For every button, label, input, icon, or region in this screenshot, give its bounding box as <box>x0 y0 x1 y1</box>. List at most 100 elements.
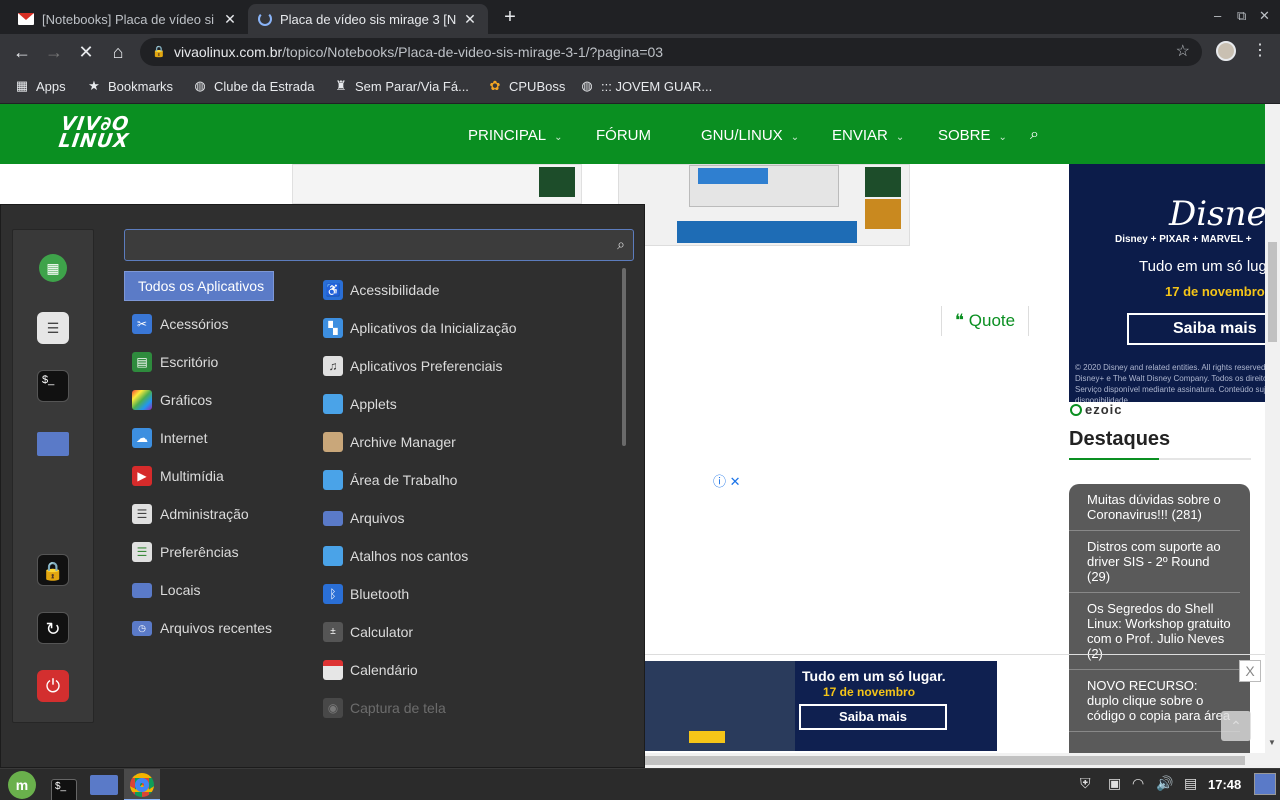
forward-button[interactable]: → <box>42 40 66 64</box>
nav-principal[interactable]: PRINCIPAL ⌄ <box>468 127 562 144</box>
ad-cta-button[interactable]: Saiba mais <box>1127 313 1265 345</box>
app-item[interactable]: ᛒ Bluetooth <box>316 575 616 613</box>
app-item[interactable]: ◉ Captura de tela <box>316 689 616 721</box>
category-item[interactable]: Gráficos <box>124 381 304 419</box>
restore-icon[interactable]: ⧉ <box>1237 8 1246 24</box>
bookmark-cpuboss[interactable]: ✿ CPUBoss <box>487 78 566 94</box>
category-item[interactable]: ☰ Administração <box>124 495 304 533</box>
category-item[interactable]: ✂ Acessórios <box>124 305 304 343</box>
list-item[interactable]: Muitas dúvidas sobre o Coronavirus!!! (2… <box>1069 484 1240 531</box>
clock[interactable]: 17:48 <box>1208 777 1241 792</box>
show-desktop-icon[interactable] <box>1254 773 1276 795</box>
ad-cta-button[interactable]: Saiba mais <box>799 704 947 730</box>
settings-icon[interactable]: ☰ <box>37 312 69 344</box>
home-button[interactable]: ⌂ <box>106 40 130 64</box>
scroll-top-button[interactable]: ⌃ <box>1221 711 1251 741</box>
list-item[interactable]: NOVO RECURSO: duplo clique sobre o códig… <box>1069 670 1240 732</box>
back-button[interactable]: ← <box>10 40 34 64</box>
chrome-window-button[interactable] <box>124 769 160 800</box>
bookmark-bookmarks[interactable]: ★ Bookmarks <box>86 78 173 94</box>
list-item[interactable]: Distros com suporte ao driver SIS - 2º R… <box>1069 531 1240 593</box>
app-item[interactable]: ± Calculator <box>316 613 616 651</box>
app-item[interactable]: ♿ Acessibilidade <box>316 271 616 309</box>
category-label: Preferências <box>160 544 239 560</box>
tab-active[interactable]: Placa de vídeo sis mirage 3 [N ✕ <box>248 4 488 34</box>
shield-icon[interactable]: ⛨ <box>1080 775 1091 792</box>
nav-forum[interactable]: FÓRUM <box>596 127 651 144</box>
software-manager-icon[interactable]: ▦ <box>39 254 67 282</box>
chevron-down-icon: ⌄ <box>790 132 800 143</box>
browser-menu-icon[interactable]: ⋮ <box>1252 40 1268 60</box>
ad-close-button[interactable]: X <box>1239 660 1261 682</box>
tab-gmail[interactable]: [Notebooks] Placa de vídeo si ✕ <box>8 4 248 34</box>
folder-icon[interactable] <box>37 432 69 456</box>
side-advertisement[interactable]: Disney+ Disney + PIXAR + MARVEL + Tudo e… <box>1069 164 1265 402</box>
address-bar[interactable]: 🔒 vivaolinux.com.br/topico/Notebooks/Pla… <box>140 38 1202 66</box>
bookmark-jovem-guarda[interactable]: ◍::: JOVEM GUAR... <box>579 78 712 94</box>
app-item[interactable]: Área de Trabalho <box>316 461 616 499</box>
app-item[interactable]: ▚ Aplicativos da Inicialização <box>316 309 616 347</box>
wifi-icon[interactable]: ◠ <box>1132 775 1144 792</box>
bookmark-label: Bookmarks <box>108 78 174 94</box>
graphics-icon <box>132 390 152 410</box>
volume-icon[interactable]: 🔊 <box>1156 775 1173 792</box>
terminal-launcher[interactable]: $_ <box>46 769 82 800</box>
menu-scrollbar[interactable] <box>622 268 626 446</box>
nav-sobre[interactable]: SOBRE ⌄ <box>938 127 1007 144</box>
close-icon[interactable]: ✕ <box>462 11 478 28</box>
bottom-advertisement[interactable]: Tudo em um só lugar. 17 de novembro Saib… <box>645 661 997 751</box>
quote-button[interactable]: ❝ Quote <box>941 306 1029 336</box>
profile-avatar[interactable] <box>1216 41 1236 61</box>
category-item[interactable]: ▶ Multimídia <box>124 457 304 495</box>
scrollbar-thumb[interactable] <box>645 756 1245 765</box>
vertical-scrollbar[interactable]: ▼ <box>1265 104 1280 768</box>
category-all-apps[interactable]: Todos os Aplicativos <box>124 271 274 301</box>
category-item[interactable]: ☰ Preferências <box>124 533 304 571</box>
list-item[interactable]: Os Segredos do Shell Linux: Workshop gra… <box>1069 593 1240 670</box>
search-icon[interactable]: ⌕ <box>1030 126 1039 144</box>
mint-menu-button[interactable]: m <box>4 769 40 800</box>
bookmark-clube-da-estrada[interactable]: ◍ Clube da Estrada <box>192 78 314 94</box>
thumbnail-ad <box>677 221 857 243</box>
screenshot-thumbnail[interactable] <box>292 164 582 204</box>
terminal-icon[interactable]: $_ <box>37 370 69 402</box>
search-input[interactable] <box>125 230 633 260</box>
close-icon[interactable]: ✕ <box>222 11 238 28</box>
site-logo[interactable]: VIV∂O LINUX <box>57 113 133 152</box>
category-item[interactable]: ▤ Escritório <box>124 343 304 381</box>
app-item[interactable]: Calendário <box>316 651 616 689</box>
scrollbar-thumb[interactable] <box>1268 242 1277 342</box>
url-path: /topico/Notebooks/Placa-de-video-sis-mir… <box>282 44 664 60</box>
menu-search-box[interactable]: ⌕ <box>124 229 634 261</box>
bookmark-apps[interactable]: ▦ Apps <box>14 78 66 94</box>
bookmark-sem-parar[interactable]: ♜ Sem Parar/Via Fá... <box>333 78 469 94</box>
update-manager-icon[interactable]: ▣ <box>1108 775 1121 792</box>
app-item[interactable]: Atalhos nos cantos <box>316 537 616 575</box>
category-item[interactable]: ◷ Arquivos recentes <box>124 609 304 647</box>
minimize-icon[interactable]: – <box>1214 8 1221 23</box>
ezoic-badge[interactable]: ezoic <box>1070 402 1123 417</box>
app-item[interactable]: Arquivos <box>316 499 616 537</box>
screenshot-thumbnail[interactable] <box>618 164 910 246</box>
bookmark-star-icon[interactable]: ☆ <box>1176 38 1190 66</box>
logout-icon[interactable]: ↻ <box>37 612 69 644</box>
category-item[interactable]: Locais <box>124 571 304 609</box>
stop-button[interactable]: ✕ <box>74 40 98 64</box>
app-item[interactable]: Applets <box>316 385 616 423</box>
new-tab-button[interactable]: + <box>498 6 522 29</box>
clipboard-icon[interactable]: ▤ <box>1184 775 1197 792</box>
horizontal-scrollbar[interactable] <box>645 753 1265 768</box>
nav-gnu-linux[interactable]: GNU/LINUX ⌄ <box>701 127 799 144</box>
app-item[interactable]: ♫ Aplicativos Preferenciais <box>316 347 616 385</box>
site-icon: ♜ <box>335 78 347 93</box>
files-launcher[interactable] <box>86 769 122 800</box>
adchoices-icon[interactable]: ⓘ ✕ <box>713 471 741 490</box>
category-item[interactable]: ☁ Internet <box>124 419 304 457</box>
app-item[interactable]: Archive Manager <box>316 423 616 461</box>
power-icon[interactable]: ⏻ <box>37 670 69 702</box>
nav-enviar[interactable]: ENVIAR ⌄ <box>832 127 904 144</box>
scroll-down-icon[interactable]: ▼ <box>1268 738 1276 747</box>
close-window-icon[interactable]: ✕ <box>1259 8 1270 24</box>
nav-label: PRINCIPAL <box>468 127 547 144</box>
lock-screen-icon[interactable]: 🔒 <box>37 554 69 586</box>
